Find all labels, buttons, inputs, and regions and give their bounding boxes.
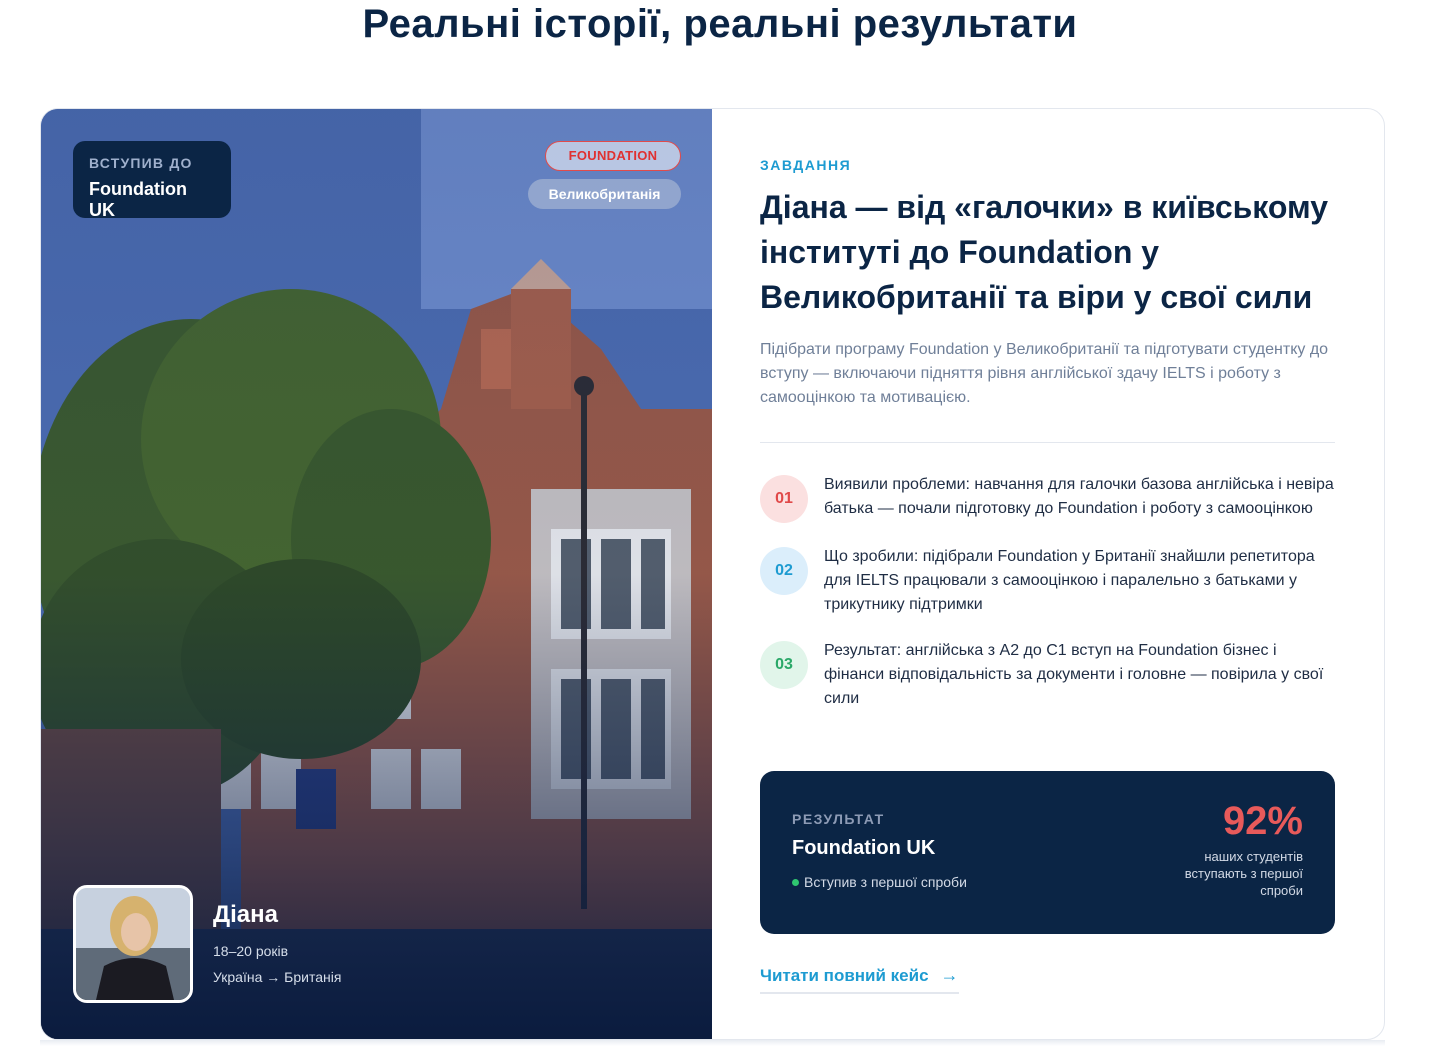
divider (760, 442, 1335, 443)
card-shadow (40, 1040, 1385, 1046)
program-tag: FOUNDATION (545, 141, 681, 171)
result-percent: 92% (1222, 799, 1303, 843)
student-name: Діана (213, 901, 278, 928)
task-description: Підібрати програму Foundation у Великобр… (760, 341, 1329, 406)
result-box: РЕЗУЛЬТАТ Foundation UK Вступив з першої… (760, 771, 1335, 934)
read-full-case-link[interactable]: Читати повний кейс → (760, 965, 959, 994)
status-dot-icon (792, 878, 799, 886)
result-stat: 92% наших студентів вступають з першої с… (1163, 799, 1303, 899)
student-profile: Діана 18–20 років Україна → Британія (73, 885, 341, 1003)
step-text: Що зробили: підібрали Foundation у Брита… (824, 548, 1315, 613)
step-number: 03 (760, 641, 808, 689)
case-photo: ВСТУПИВ ДО Foundation UK FOUNDATION Вели… (41, 109, 712, 1039)
admitted-badge: ВСТУПИВ ДО Foundation UK (73, 141, 231, 220)
section-title: Реальні історії, реальні результати (362, 2, 1078, 46)
step-item: 02 Що зробили: підібрали Foundation у Бр… (760, 547, 1336, 617)
step-number: 01 (760, 475, 808, 523)
arrow-right-icon[interactable]: → (941, 965, 959, 986)
result-caption: наших студентів вступають з першої спроб… (1184, 849, 1303, 898)
case-content: ЗАВДАННЯ Діана — від «галочки» в київськ… (712, 109, 1384, 1039)
student-route: Україна → Британія (213, 969, 342, 985)
steps-list: 01 Виявили проблеми: навчання для галочк… (760, 475, 1336, 711)
step-number: 02 (760, 547, 808, 595)
task-eyebrow: ЗАВДАННЯ (760, 157, 852, 173)
case-card: ВСТУПИВ ДО Foundation UK FOUNDATION Вели… (40, 108, 1385, 1040)
case-headline: Діана — від «галочки» в київському інсти… (760, 189, 1329, 315)
read-link-label[interactable]: Читати повний кейс (760, 966, 929, 986)
admitted-program: Foundation UK (89, 179, 187, 220)
country-tag: Великобританія (528, 179, 681, 209)
step-text: Виявили проблеми: навчання для галочки б… (824, 476, 1334, 517)
step-item: 03 Результат: англійська з А2 до С1 всту… (760, 641, 1336, 711)
student-info: Діана 18–20 років Україна → Британія (213, 901, 341, 1003)
result-sub-text: Вступив з першої спроби (804, 874, 967, 890)
step-text: Результат: англійська з А2 до С1 вступ н… (824, 642, 1324, 707)
step-item: 01 Виявили проблеми: навчання для галочк… (760, 475, 1336, 523)
admitted-label: ВСТУПИВ ДО (89, 155, 193, 171)
student-avatar (73, 885, 193, 1003)
student-age: 18–20 років (213, 943, 289, 959)
